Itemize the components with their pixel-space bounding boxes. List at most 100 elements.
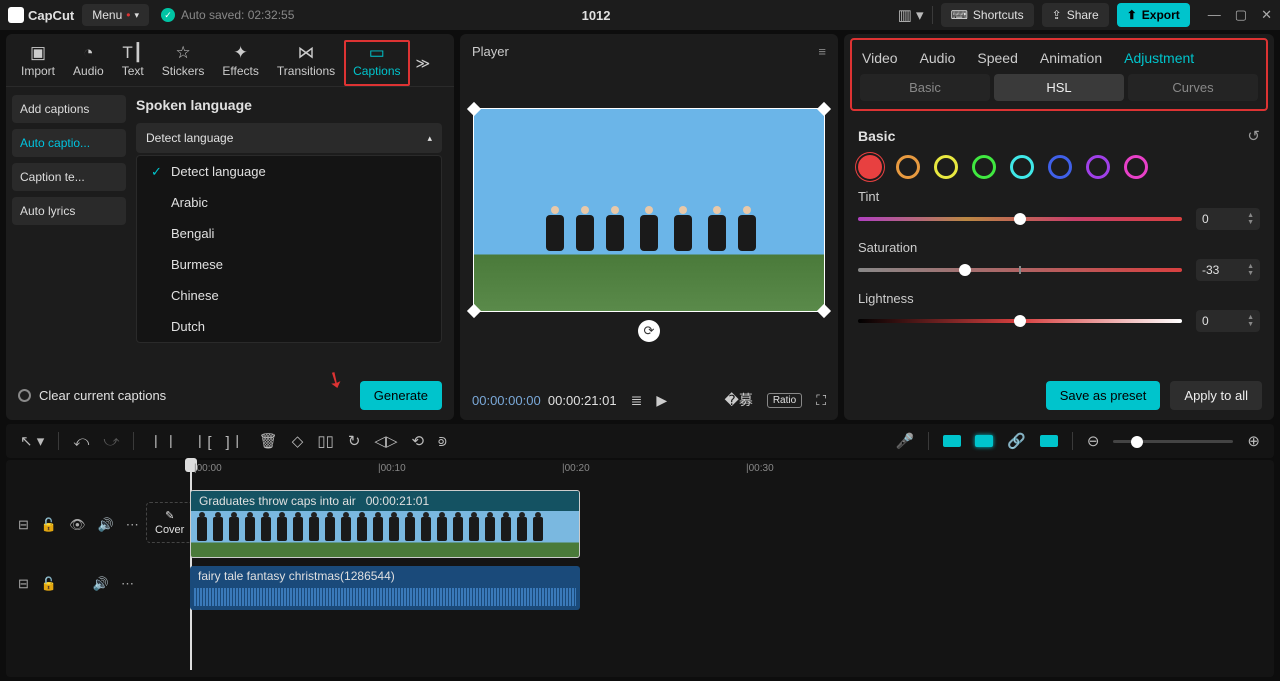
tint-value-input[interactable]: 0▲▼ [1196,208,1260,230]
color-orange[interactable] [896,155,920,179]
sidebar-auto-captions[interactable]: Auto captio... [12,129,126,157]
sidebar-caption-templates[interactable]: Caption te... [12,163,126,191]
resize-handle[interactable] [467,303,481,317]
volume-icon[interactable]: 🔊 [98,517,114,533]
color-green[interactable] [972,155,996,179]
language-option[interactable]: Arabic [137,187,441,218]
subtab-basic[interactable]: Basic [860,74,990,101]
color-purple[interactable] [1086,155,1110,179]
rotate-icon[interactable]: ⟲ [411,432,424,450]
cursor-icon[interactable]: ↖ ▾ [20,432,44,450]
lightness-slider[interactable] [858,319,1182,323]
language-option[interactable]: Chinese [137,280,441,311]
language-dropdown[interactable]: Detect language ▴ [136,123,442,153]
lock-icon[interactable]: 🔓 [41,517,57,533]
export-button[interactable]: ⬆Export [1117,3,1190,27]
sync-icon[interactable]: ⟳ [638,320,660,342]
lock-icon[interactable]: 🔓 [41,576,57,592]
play-icon[interactable]: ▶ [656,392,667,409]
redo-icon[interactable]: ⤻ [103,433,119,450]
ratio-button[interactable]: Ratio [767,393,802,408]
reset-icon[interactable]: ↺ [1247,127,1260,145]
mirror-icon[interactable]: ◁▷ [374,432,397,450]
time-ruler[interactable]: |00:00 |00:10 |00:20 |00:30 [146,460,1274,482]
delete-icon[interactable]: 🗑 [259,432,278,450]
cover-button[interactable]: ✎ Cover [146,502,193,543]
tab-video[interactable]: Video [862,50,898,66]
marker-icon[interactable]: ◇ [292,432,304,450]
track-toggle-icon[interactable]: ⊟ [18,576,29,592]
trim-left-icon[interactable]: 〡[ [192,431,211,452]
sidebar-add-captions[interactable]: Add captions [12,95,126,123]
magnet-toggle[interactable] [975,435,993,447]
saturation-slider[interactable] [858,268,1182,272]
apply-all-button[interactable]: Apply to all [1170,381,1262,410]
loop-icon[interactable]: ↻ [348,432,361,450]
lightness-value-input[interactable]: 0▲▼ [1196,310,1260,332]
resize-handle[interactable] [817,303,831,317]
tab-import[interactable]: ▣Import [12,40,64,86]
zoom-in-icon[interactable]: ⊕ [1247,432,1260,450]
tab-speed[interactable]: Speed [977,50,1017,66]
saturation-value-input[interactable]: -33▲▼ [1196,259,1260,281]
color-yellow[interactable] [934,155,958,179]
subtab-curves[interactable]: Curves [1128,74,1258,101]
group-icon[interactable]: ▯▯ [317,432,334,450]
color-blue[interactable] [1048,155,1072,179]
tab-captions[interactable]: ▭Captions [344,40,409,86]
eye-icon[interactable]: 👁 [69,517,86,533]
snap-toggle[interactable] [943,435,961,447]
tint-slider[interactable] [858,217,1182,221]
language-option[interactable]: Burmese [137,249,441,280]
tab-stickers[interactable]: ☆Stickers [153,40,214,86]
language-option[interactable]: Dutch [137,311,441,342]
tab-text[interactable]: T┃Text [113,40,153,86]
clear-captions-checkbox[interactable]: Clear current captions [18,388,166,403]
list-icon[interactable]: ≣ [631,392,643,409]
language-option[interactable]: Detect language [137,156,441,187]
more-icon[interactable]: ⋯ [121,576,134,592]
save-preset-button[interactable]: Save as preset [1046,381,1161,410]
split-icon[interactable]: 〡〡 [148,431,178,452]
video-clip[interactable]: Graduates throw caps into air00:00:21:01 [190,490,580,558]
video-preview[interactable] [473,108,825,312]
zoom-slider[interactable] [1113,440,1233,443]
tab-audio-r[interactable]: Audio [920,50,956,66]
share-button[interactable]: ⇪Share [1042,3,1109,27]
generate-button[interactable]: Generate [360,381,442,410]
fullscreen-icon[interactable]: ⛶ [816,392,826,409]
tab-animation[interactable]: Animation [1040,50,1102,66]
mic-icon[interactable]: 🎤 [895,432,914,450]
window-minimize-icon[interactable]: — [1208,7,1221,23]
tab-transitions[interactable]: ⋈Transitions [268,40,344,86]
color-magenta[interactable] [1124,155,1148,179]
window-close-icon[interactable]: ✕ [1261,7,1272,23]
undo-icon[interactable]: ⤺ [73,433,89,450]
tab-adjustment[interactable]: Adjustment [1124,50,1194,66]
shortcuts-button[interactable]: ⌨Shortcuts [941,3,1034,27]
tab-effects[interactable]: ✦Effects [213,40,267,86]
sidebar-auto-lyrics[interactable]: Auto lyrics [12,197,126,225]
crop-icon[interactable]: ⟄ [438,433,447,450]
resize-handle[interactable] [817,101,831,115]
subtab-hsl[interactable]: HSL [994,74,1124,101]
trim-right-icon[interactable]: ]〡 [226,431,245,452]
zoom-out-icon[interactable]: ⊖ [1087,432,1100,450]
player-menu-icon[interactable]: ≡ [818,44,826,59]
language-option[interactable]: Bengali [137,218,441,249]
more-icon[interactable]: ⋯ [126,517,139,533]
resize-handle[interactable] [467,101,481,115]
align-toggle[interactable] [1040,435,1058,447]
audio-clip[interactable]: fairy tale fantasy christmas(1286544) [190,566,580,610]
focus-icon[interactable]: �募 [724,390,752,410]
menu-button[interactable]: Menu•▾ [82,4,149,26]
tabs-more-icon[interactable]: ≫ [410,47,437,80]
link-icon[interactable]: 🔗 [1007,432,1026,450]
tab-audio[interactable]: ◔Audio [64,40,113,86]
color-cyan[interactable] [1010,155,1034,179]
layout-icon[interactable]: ▥ ▾ [898,6,924,24]
track-toggle-icon[interactable]: ⊟ [18,517,29,533]
window-maximize-icon[interactable]: ▢ [1235,7,1247,23]
color-red[interactable] [858,155,882,179]
volume-icon[interactable]: 🔊 [93,576,109,592]
